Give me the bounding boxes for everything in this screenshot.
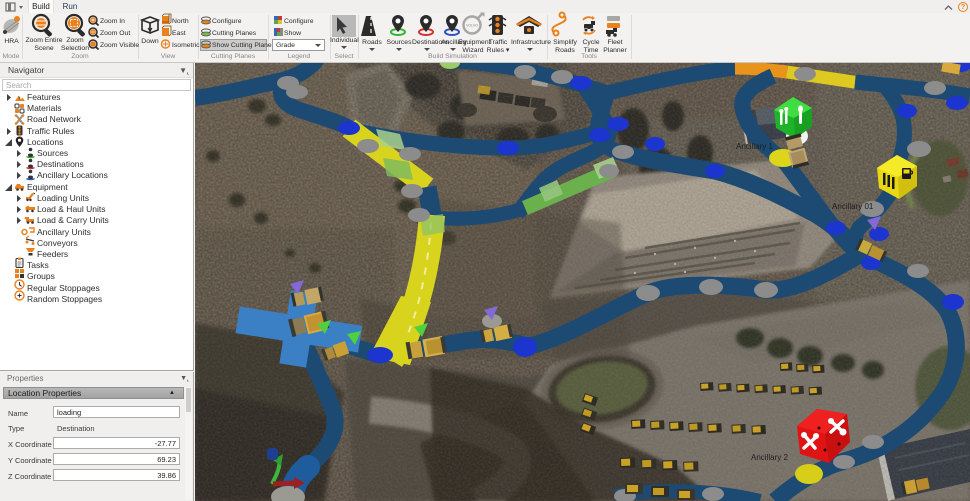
svg-text:Ancillary 1: Ancillary 1 (736, 142, 773, 151)
svg-text:VOLVO: VOLVO (466, 24, 478, 28)
svg-text:Ancillary 2: Ancillary 2 (751, 453, 788, 462)
svg-text:Ancillary 01: Ancillary 01 (832, 202, 874, 211)
